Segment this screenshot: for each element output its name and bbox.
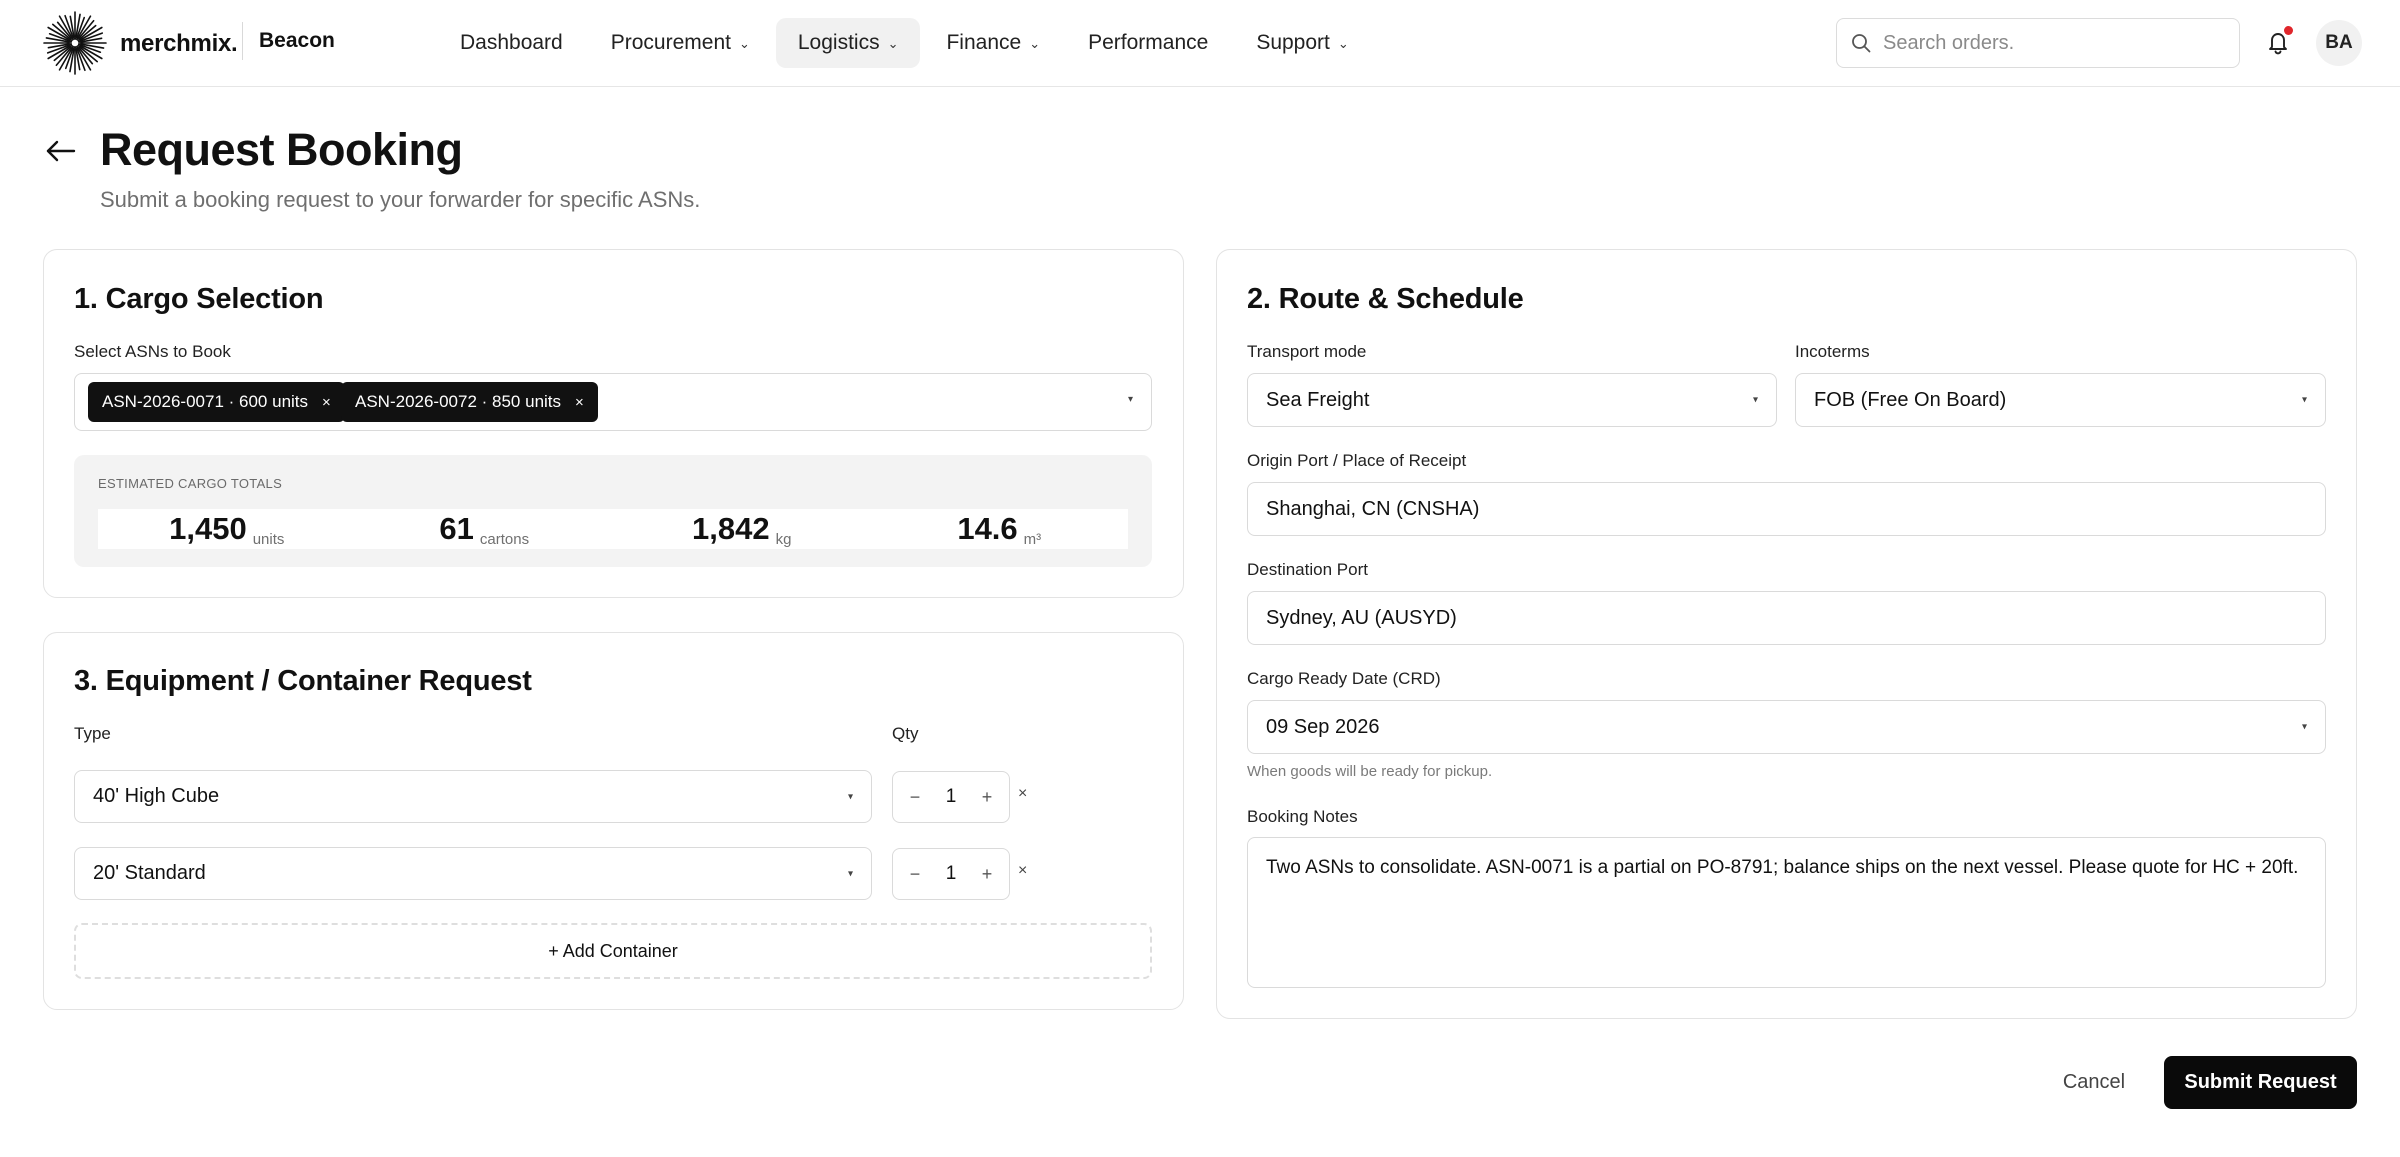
origin-port-input[interactable] — [1248, 483, 2325, 535]
total-value: 1,842 — [692, 511, 770, 546]
booking-notes-label: Booking Notes — [1247, 807, 1358, 826]
nav-item-label: Procurement — [610, 31, 731, 54]
caret-down-icon: ▾ — [847, 791, 853, 802]
chevron-down-icon: ⌄ — [738, 36, 750, 51]
cargo-ready-date-hint: When goods will be ready for pickup. — [1247, 763, 1493, 780]
quantity-stepper: − 1 + — [892, 771, 1010, 823]
caret-down-icon: ▾ — [2301, 394, 2307, 406]
plus-icon[interactable]: + — [977, 787, 997, 808]
booking-notes-textarea[interactable]: Two ASNs to consolidate. ASN-0071 is a p… — [1247, 837, 2326, 988]
total-volume: 14.6 m³ — [871, 509, 1129, 549]
caret-down-icon: ▾ — [1752, 394, 1758, 406]
container-type-select[interactable]: 20' Standard ▾ — [74, 847, 872, 900]
nav-item-dashboard[interactable]: Dashboard — [438, 18, 585, 68]
quantity-stepper: − 1 + — [892, 848, 1010, 900]
nav-item-label: Logistics — [797, 31, 880, 54]
arrow-left-icon[interactable] — [44, 134, 78, 168]
notification-dot — [2284, 26, 2293, 35]
workspace-name: Beacon — [259, 29, 335, 52]
cancel-button[interactable]: Cancel — [2046, 1056, 2142, 1108]
totals-label: ESTIMATED CARGO TOTALS — [98, 476, 283, 491]
cargo-selection-title: 1. Cargo Selection — [74, 283, 324, 315]
close-icon[interactable]: × — [575, 394, 584, 411]
transport-mode-select[interactable]: Sea Freight ▾ — [1247, 373, 1777, 427]
main-nav: Dashboard Procurement ⌄ Logistics ⌄ Fina… — [438, 18, 1371, 68]
cargo-ready-date-picker[interactable]: 09 Sep 2026 ▾ — [1247, 700, 2326, 754]
asn-chip-label: ASN-2026-0072 · 850 units — [355, 392, 562, 411]
container-type-label: Type — [74, 724, 111, 743]
minus-icon[interactable]: − — [905, 864, 925, 885]
page-subtitle: Submit a booking request to your forward… — [100, 187, 701, 212]
container-qty-label: Qty — [892, 724, 919, 743]
nav-item-finance[interactable]: Finance ⌄ — [924, 18, 1062, 68]
route-schedule-title: 2. Route & Schedule — [1247, 283, 1524, 315]
asn-chip-label: ASN-2026-0071 · 600 units — [102, 392, 309, 411]
incoterms-select[interactable]: FOB (Free On Board) ▾ — [1795, 373, 2326, 427]
add-container-button[interactable]: + Add Container — [74, 923, 1152, 979]
brand-divider — [242, 22, 243, 60]
nav-item-support[interactable]: Support ⌄ — [1234, 18, 1370, 68]
chevron-down-icon: ⌄ — [887, 36, 899, 51]
total-weight: 1,842 kg — [613, 509, 871, 549]
select-value: 20' Standard — [93, 862, 206, 884]
transport-mode-label: Transport mode — [1247, 342, 1367, 361]
asn-chip: ASN-2026-0072 · 850 units × — [341, 382, 598, 422]
avatar[interactable]: BA — [2316, 20, 2362, 66]
nav-item-label: Dashboard — [460, 31, 563, 54]
asn-chip: ASN-2026-0071 · 600 units × — [88, 382, 345, 422]
select-value: FOB (Free On Board) — [1814, 388, 2007, 411]
destination-port-input[interactable] — [1248, 592, 2325, 644]
close-icon[interactable]: × — [1018, 862, 1027, 880]
caret-down-icon: ▾ — [847, 868, 853, 879]
plus-icon[interactable]: + — [977, 864, 997, 885]
date-value: 09 Sep 2026 — [1266, 715, 1380, 738]
total-cartons: 61 cartons — [356, 509, 614, 549]
brand-name[interactable]: merchmix. — [120, 30, 238, 58]
select-value: 40' High Cube — [93, 785, 220, 807]
chevron-down-icon: ⌄ — [1029, 36, 1041, 51]
nav-item-performance[interactable]: Performance — [1066, 18, 1230, 68]
nav-item-label: Performance — [1088, 31, 1209, 54]
container-type-select[interactable]: 40' High Cube ▾ — [74, 770, 872, 823]
select-value: Sea Freight — [1266, 388, 1370, 411]
destination-port-field — [1247, 591, 2326, 645]
chevron-down-icon: ⌄ — [1337, 36, 1349, 51]
total-unit: cartons — [479, 531, 530, 548]
incoterms-label: Incoterms — [1795, 342, 1870, 361]
quantity-value[interactable]: 1 — [946, 786, 957, 808]
total-value: 14.6 — [957, 511, 1018, 546]
estimated-cargo-totals: ESTIMATED CARGO TOTALS 1,450 units 61 ca… — [74, 455, 1152, 567]
total-value: 1,450 — [169, 511, 247, 546]
page-title: Request Booking — [100, 124, 463, 175]
nav-item-procurement[interactable]: Procurement ⌄ — [589, 18, 772, 68]
nav-item-label: Finance — [946, 31, 1022, 54]
top-navigation-bar: merchmix. Beacon Dashboard Procurement ⌄… — [0, 0, 2400, 87]
search-icon — [1852, 34, 1871, 53]
close-icon[interactable]: × — [1018, 785, 1027, 803]
total-units: 1,450 units — [98, 509, 356, 549]
total-unit: kg — [775, 531, 792, 548]
origin-port-field — [1247, 482, 2326, 536]
submit-request-button[interactable]: Submit Request — [2164, 1056, 2357, 1109]
total-unit: units — [252, 531, 285, 548]
total-unit: m³ — [1023, 531, 1042, 548]
total-value: 61 — [439, 511, 474, 546]
asn-multiselect[interactable]: ASN-2026-0071 · 600 units × ASN-2026-007… — [74, 373, 1152, 431]
minus-icon[interactable]: − — [905, 787, 925, 808]
search-input[interactable] — [1883, 31, 2223, 55]
caret-down-icon[interactable]: ▾ — [1128, 394, 1133, 405]
destination-port-label: Destination Port — [1247, 560, 1368, 579]
quantity-value[interactable]: 1 — [946, 863, 957, 885]
close-icon[interactable]: × — [322, 394, 331, 411]
origin-port-label: Origin Port / Place of Receipt — [1247, 451, 1467, 470]
search-box — [1836, 18, 2240, 68]
asn-select-label: Select ASNs to Book — [74, 342, 231, 361]
starburst-logo-icon[interactable] — [42, 10, 108, 76]
caret-down-icon: ▾ — [2301, 721, 2307, 733]
nav-item-logistics[interactable]: Logistics ⌄ — [775, 18, 921, 68]
equipment-title: 3. Equipment / Container Request — [74, 665, 532, 697]
nav-item-label: Support — [1256, 31, 1330, 54]
totals-row: 1,450 units 61 cartons 1,842 kg 14.6 m³ — [98, 509, 1128, 549]
cargo-ready-date-label: Cargo Ready Date (CRD) — [1247, 669, 1441, 688]
